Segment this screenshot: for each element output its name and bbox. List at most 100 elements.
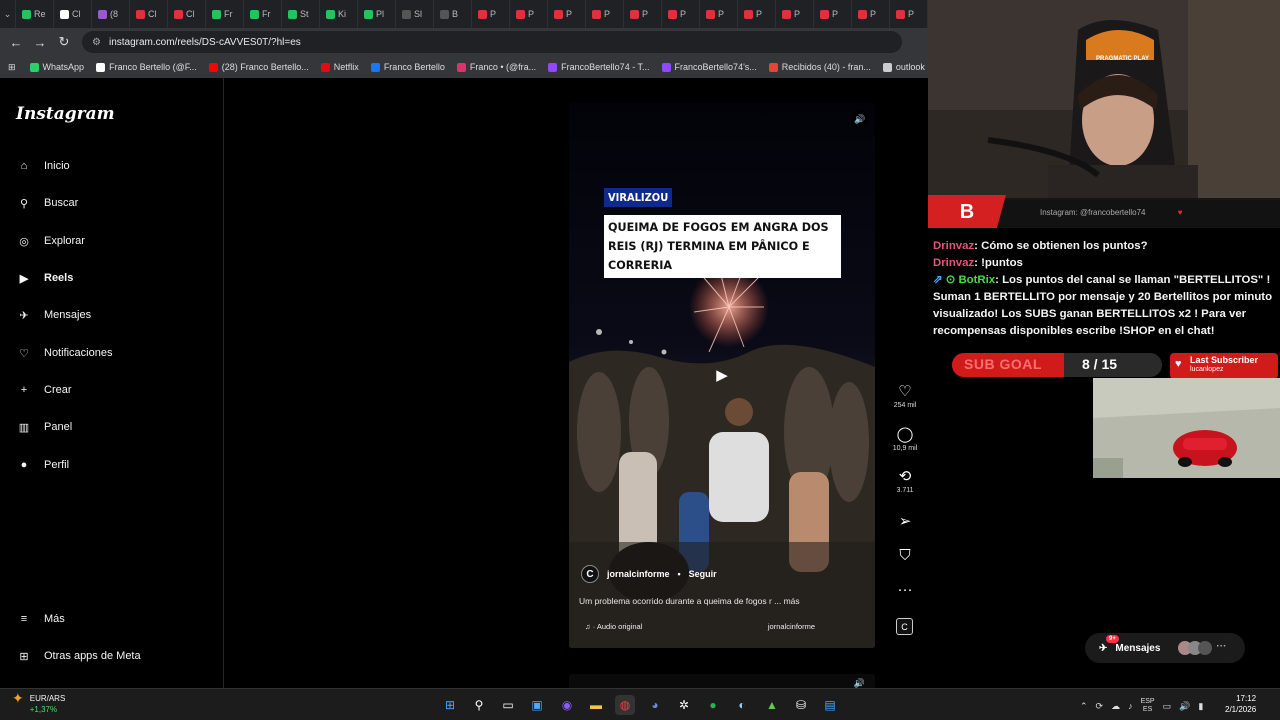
browser-tab[interactable]: P (472, 0, 510, 28)
clock[interactable]: 17:12 2/1/2026 (1225, 693, 1256, 715)
sidebar-item-mensajes[interactable]: ✈ Mensajes (16, 303, 91, 327)
bookmark-label: Franco • (@fra... (469, 62, 537, 72)
more-button[interactable]: ··· (888, 582, 922, 598)
play-button[interactable]: ▶ (707, 360, 737, 390)
browser-tab[interactable]: P (548, 0, 586, 28)
cloud-icon[interactable]: ☁ (1111, 701, 1120, 712)
messages-icon: ✈ (19, 309, 29, 322)
browser-tab[interactable]: P (814, 0, 852, 28)
sound-toggle-button[interactable]: 🔊 (851, 110, 869, 128)
mic-icon[interactable]: ♪ (1128, 701, 1133, 711)
reel-video[interactable]: 🔊 VIRALIZOU QUEIMA DE FOGOS EM ANGRA DOS… (569, 102, 875, 648)
bookmark-item[interactable]: (28) Franco Bertello... (208, 62, 309, 72)
language-indicator[interactable]: ESP ES (1141, 698, 1155, 714)
browser-tab[interactable]: Cl (168, 0, 206, 28)
browser-tab[interactable]: Fr (244, 0, 282, 28)
bookmark-item[interactable]: Franco Bertello (@F... (96, 62, 197, 72)
browser-tab[interactable]: Ki (320, 0, 358, 28)
instagram-logo[interactable]: Instagram (16, 104, 115, 124)
sidebar-item-notificaciones[interactable]: ♡ Notificaciones (16, 341, 112, 365)
app-button-2[interactable]: ✲ (674, 695, 694, 715)
browser-tab[interactable]: P (738, 0, 776, 28)
like-button[interactable]: ♡ 254 mil (888, 384, 922, 410)
browser-tab[interactable]: P (662, 0, 700, 28)
browser-tab[interactable]: P (586, 0, 624, 28)
browser-tab[interactable]: Pl (358, 0, 396, 28)
browser-tab[interactable]: St (282, 0, 320, 28)
weather-widget[interactable]: ✦ EUR/ARS +1,37% (12, 691, 65, 715)
sidebar-item-inicio[interactable]: ⌂ Inicio (16, 154, 70, 178)
author-name[interactable]: jornalcinforme (607, 569, 670, 579)
apps-grid-icon[interactable]: ⊞ (8, 62, 16, 73)
browser-tab[interactable]: Re (16, 0, 54, 28)
bookmark-item[interactable]: FrancoBertello74 - T... (548, 62, 650, 72)
app-button[interactable]: ◉ (557, 695, 577, 715)
sidebar-item-reels[interactable]: ▶ Reels (16, 266, 74, 290)
browser-tab[interactable]: P (624, 0, 662, 28)
sidebar-item-perfil[interactable]: ● Perfil (16, 453, 69, 477)
browser-tab[interactable]: B (434, 0, 472, 28)
bookmark-item[interactable]: FrancoBertello74's... (661, 62, 757, 72)
volume-icon[interactable]: 🔊 (1179, 701, 1190, 712)
explorer-button[interactable]: ▬ (586, 695, 606, 715)
tab-favicon-icon (592, 9, 601, 19)
browser-tab[interactable]: P (890, 0, 928, 28)
discord-button[interactable]: ◕ (645, 695, 665, 715)
messages-button[interactable]: ✈ 9+ Mensajes ··· (1085, 633, 1245, 663)
bookmark-item[interactable]: Franco • (@fra... (456, 62, 537, 72)
tab-label: Fr (224, 9, 233, 19)
bookmark-item[interactable]: Recibidos (40) - fran... (768, 62, 871, 72)
browser-tab[interactable]: P (700, 0, 738, 28)
share-button[interactable]: ➢ (888, 514, 922, 530)
browser-tab[interactable]: Cl (54, 0, 92, 28)
steam-button[interactable]: ◐ (732, 695, 752, 715)
tab-label: Pl (376, 9, 385, 19)
display-icon[interactable]: ▭ (1163, 701, 1172, 712)
browser-tab[interactable]: P (776, 0, 814, 28)
reload-button[interactable]: ↻ (52, 34, 76, 50)
start-button[interactable]: ⊞ (440, 695, 460, 715)
app-button-3[interactable]: ▲ (762, 695, 782, 715)
follow-button[interactable]: Seguir (689, 569, 717, 579)
app-button-4[interactable]: ⛁ (791, 695, 811, 715)
task-view-button[interactable]: ▭ (498, 695, 518, 715)
browser-tab[interactable]: Sl (396, 0, 434, 28)
comment-button[interactable]: ◯ 10,9 mil (888, 427, 922, 453)
reel-audio[interactable]: ♫ · Audio original jornalcinforme (585, 622, 815, 631)
bookmark-item[interactable]: outlook (882, 62, 925, 72)
sidebar-item-buscar[interactable]: ⚲ Buscar (16, 191, 78, 215)
bookmark-item[interactable]: Franco Bertello (370, 62, 445, 72)
battery-icon[interactable]: ▮ (1198, 701, 1203, 712)
spotify-button[interactable]: ● (703, 695, 723, 715)
browser-tab[interactable]: (8 (92, 0, 130, 28)
sidebar-item-meta-apps[interactable]: ⊞ Otras apps de Meta (16, 644, 140, 668)
chrome-button[interactable]: ◍ (615, 695, 635, 715)
browser-tab[interactable]: P (510, 0, 548, 28)
repost-button[interactable]: ⟲ 3.711 (888, 469, 922, 495)
app-button-5[interactable]: ▤ (820, 695, 840, 715)
url-input[interactable]: ⚙ instagram.com/reels/DS-cAVVES0T/?hl=es (82, 31, 902, 53)
tab-search-button[interactable]: ⌄ (0, 0, 16, 28)
sidebar-item-more[interactable]: ≡ Más (16, 607, 65, 631)
sync-icon[interactable]: ⟳ (1096, 701, 1104, 712)
sidebar-item-panel[interactable]: ▥ Panel (16, 415, 72, 439)
sidebar-item-explorar[interactable]: ◎ Explorar (16, 229, 85, 253)
browser-tab[interactable]: P (852, 0, 890, 28)
bookmark-item[interactable]: WhatsApp (29, 62, 84, 72)
forward-button[interactable]: → (28, 35, 52, 50)
search-button[interactable]: ⚲ (469, 695, 489, 715)
sidebar-item-crear[interactable]: + Crear (16, 378, 72, 402)
browser-tab[interactable]: Cl (130, 0, 168, 28)
save-button[interactable]: ⛉ (888, 548, 922, 564)
browser-tab[interactable]: Fr (206, 0, 244, 28)
chevron-up-icon[interactable]: ⌃ (1080, 701, 1088, 712)
save-icon: ⛉ (899, 547, 911, 564)
back-button[interactable]: ← (4, 35, 28, 50)
audio-thumbnail[interactable]: C (896, 618, 913, 635)
store-button[interactable]: ▣ (527, 695, 547, 715)
bookmark-item[interactable]: Netflix (320, 62, 359, 72)
ticker-change: +1,37% (29, 705, 58, 714)
reel-tag-label: VIRALIZOU (604, 188, 673, 207)
author-avatar[interactable]: C (581, 565, 599, 583)
reel-caption[interactable]: Um problema ocorrido durante a queima de… (579, 596, 800, 606)
